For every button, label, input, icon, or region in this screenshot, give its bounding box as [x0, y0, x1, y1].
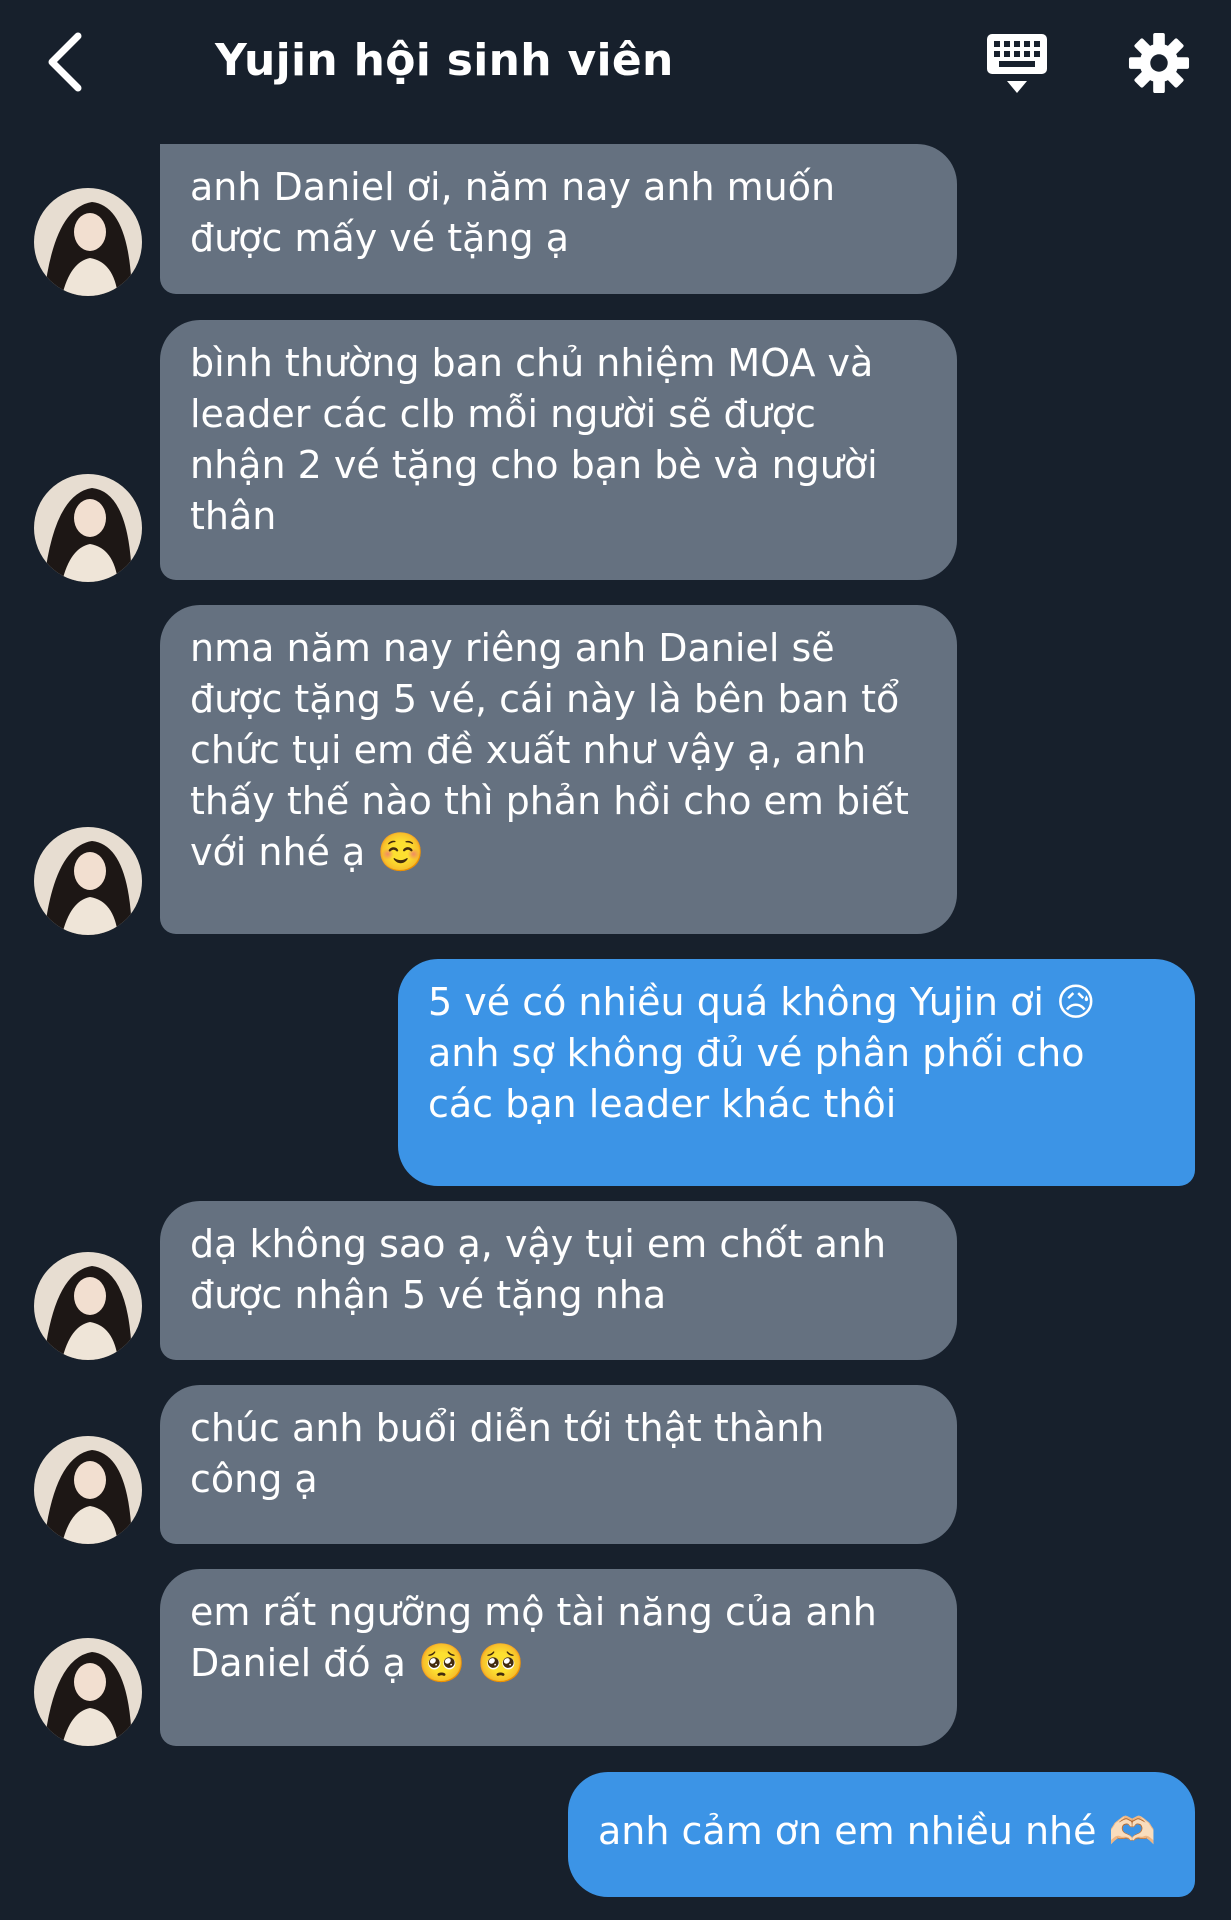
avatar[interactable]	[34, 827, 142, 935]
avatar-image	[34, 827, 142, 935]
avatar-image	[34, 1436, 142, 1544]
incoming-message-bubble[interactable]: chúc anh buổi diễn tới thật thành công ạ	[160, 1385, 957, 1544]
avatar-image	[34, 1638, 142, 1746]
outgoing-message-bubble[interactable]: anh cảm ơn em nhiều nhé 🫶🏻	[568, 1772, 1195, 1897]
avatar-image	[34, 1252, 142, 1360]
incoming-message-bubble[interactable]: nma năm nay riêng anh Daniel sẽ được tặn…	[160, 605, 957, 934]
avatar-image	[34, 474, 142, 582]
message-thread: anh Daniel ơi, năm nay anh muốn được mấy…	[0, 0, 1231, 1920]
incoming-message-bubble[interactable]: bình thường ban chủ nhiệm MOA và leader …	[160, 320, 957, 580]
incoming-message-bubble[interactable]: dạ không sao ạ, vậy tụi em chốt anh được…	[160, 1201, 957, 1360]
avatar[interactable]	[34, 474, 142, 582]
avatar-image	[34, 188, 142, 296]
avatar[interactable]	[34, 1436, 142, 1544]
avatar[interactable]	[34, 1638, 142, 1746]
avatar[interactable]	[34, 188, 142, 296]
incoming-message-bubble[interactable]: anh Daniel ơi, năm nay anh muốn được mấy…	[160, 144, 957, 294]
incoming-message-bubble[interactable]: em rất ngưỡng mộ tài năng của anh Daniel…	[160, 1569, 957, 1746]
outgoing-message-bubble[interactable]: 5 vé có nhiều quá không Yujin ơi 😥 anh s…	[398, 959, 1195, 1186]
avatar[interactable]	[34, 1252, 142, 1360]
